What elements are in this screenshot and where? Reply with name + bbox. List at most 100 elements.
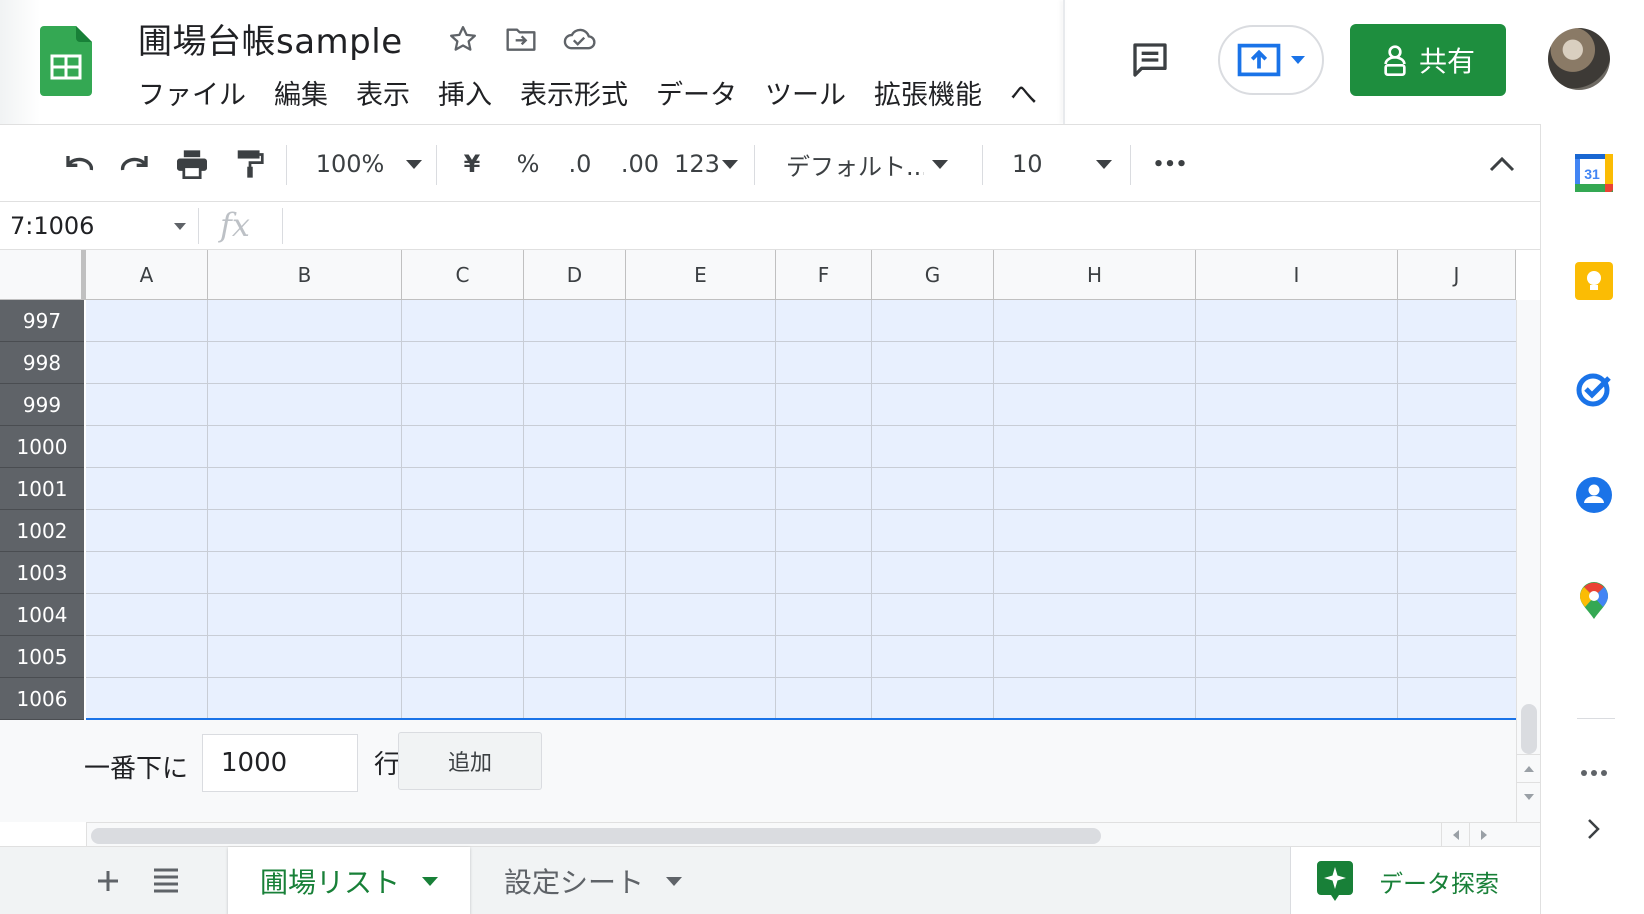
scroll-down-button[interactable] (1517, 782, 1541, 810)
decrease-decimal-button[interactable]: .0 (562, 143, 598, 185)
column-header[interactable]: J (1398, 250, 1516, 300)
column-header[interactable]: C (402, 250, 524, 300)
menu-data[interactable]: データ (642, 76, 751, 116)
column-header[interactable]: H (994, 250, 1196, 300)
menu-extensions[interactable]: 拡張機能 (860, 76, 996, 116)
all-sheets-button[interactable] (152, 867, 180, 893)
chevron-down-icon[interactable] (174, 223, 186, 230)
row-header[interactable]: 1005 (0, 636, 84, 678)
add-rows-bar: 一番下に 1000 行 追加 (0, 720, 1516, 822)
column-header[interactable]: A (86, 250, 208, 300)
document-title[interactable]: 圃場台帳sample (138, 14, 403, 63)
svg-text:31: 31 (1584, 166, 1600, 182)
menu-insert[interactable]: 挿入 (424, 76, 506, 116)
vertical-scroll-thumb[interactable] (1521, 704, 1537, 754)
share-button[interactable]: 共有 (1350, 24, 1506, 96)
column-header[interactable]: G (872, 250, 994, 300)
add-rows-button[interactable]: 追加 (398, 732, 542, 790)
chevron-down-icon[interactable] (666, 876, 683, 886)
row-header[interactable]: 999 (0, 384, 84, 426)
menu-edit[interactable]: 編集 (260, 76, 342, 116)
row-header[interactable]: 1001 (0, 468, 84, 510)
font-select[interactable]: デフォルト... (786, 143, 966, 185)
sheet-tab-active[interactable]: 圃場リスト (228, 847, 470, 914)
redo-button[interactable] (114, 143, 154, 185)
account-avatar[interactable] (1548, 28, 1610, 90)
scroll-right-button[interactable] (1469, 823, 1497, 847)
row-header[interactable]: 1004 (0, 594, 84, 636)
menu-tools[interactable]: ツール (751, 76, 860, 116)
menu-bar: ファイル 編集 表示 挿入 表示形式 データ ツール 拡張機能 へ (134, 76, 1051, 116)
sheet-tab-settings[interactable]: 設定シート (472, 847, 714, 914)
sheets-logo-icon[interactable] (40, 26, 92, 96)
row-header[interactable]: 1002 (0, 510, 84, 552)
font-size-select[interactable]: 10 (1012, 143, 1116, 185)
menu-format[interactable]: 表示形式 (506, 76, 642, 116)
menu-help[interactable]: へ (996, 76, 1051, 116)
row-header[interactable]: 998 (0, 342, 84, 384)
add-rows-count-input[interactable]: 1000 (202, 734, 358, 792)
more-addons-icon[interactable] (1575, 754, 1613, 792)
increase-decimal-label: .00 (620, 150, 660, 178)
zoom-select[interactable]: 100% (312, 143, 426, 185)
column-header[interactable]: I (1196, 250, 1398, 300)
column-header[interactable]: D (524, 250, 626, 300)
side-panel: 31 (1540, 124, 1644, 914)
redo-icon (120, 156, 148, 171)
grid-line (86, 551, 1516, 552)
more-toolbar-button[interactable]: ••• (1150, 143, 1190, 185)
chevron-down-icon (721, 159, 738, 169)
paint-format-button[interactable] (230, 143, 270, 185)
explore-button[interactable]: データ探索 (1290, 847, 1540, 914)
menu-file[interactable]: ファイル (134, 76, 260, 116)
percent-format-button[interactable]: % (512, 143, 544, 185)
grid-line (871, 300, 872, 720)
increase-decimal-button[interactable]: .00 (620, 143, 660, 185)
move-to-folder-icon[interactable] (502, 20, 540, 58)
present-button[interactable] (1218, 25, 1324, 95)
grid-line (86, 593, 1516, 594)
horizontal-scroll-thumb[interactable] (91, 828, 1101, 844)
row-header[interactable]: 1003 (0, 552, 84, 594)
currency-format-button[interactable]: ¥ (456, 143, 488, 185)
column-header[interactable]: E (626, 250, 776, 300)
column-header[interactable]: B (208, 250, 402, 300)
horizontal-scrollbar[interactable] (86, 822, 1540, 847)
name-box[interactable]: 7:1006 (0, 202, 198, 250)
grid-line (86, 425, 1516, 426)
grid-line (207, 300, 208, 720)
cell-area[interactable] (86, 300, 1516, 720)
row-header[interactable]: 1000 (0, 426, 84, 468)
keep-icon[interactable] (1575, 262, 1613, 300)
tasks-icon[interactable] (1575, 370, 1613, 408)
maps-icon[interactable] (1575, 582, 1613, 620)
grid-line (86, 341, 1516, 342)
sheet-tabs-bar: 圃場リスト 設定シート データ探索 (0, 846, 1540, 914)
calendar-icon[interactable]: 31 (1575, 154, 1613, 192)
more-formats-label: 123 (674, 150, 720, 178)
formula-input[interactable] (292, 202, 1532, 250)
print-button[interactable] (172, 143, 212, 185)
column-header[interactable]: F (776, 250, 872, 300)
vertical-scrollbar[interactable] (1516, 300, 1541, 822)
triangle-right-icon (1480, 830, 1487, 840)
undo-button[interactable] (60, 143, 100, 185)
star-icon[interactable] (444, 20, 482, 58)
cloud-saved-icon[interactable] (560, 20, 598, 58)
grid-line (86, 509, 1516, 510)
add-rows-label: 一番下に (84, 754, 189, 784)
scroll-left-button[interactable] (1441, 823, 1469, 847)
plus-icon (98, 871, 118, 891)
more-formats-button[interactable]: 123 (674, 143, 738, 185)
collapse-menus-button[interactable] (1484, 143, 1520, 185)
row-header[interactable]: 1006 (0, 678, 84, 720)
scroll-up-button[interactable] (1517, 754, 1541, 782)
chevron-down-icon[interactable] (422, 876, 439, 886)
row-header[interactable]: 997 (0, 300, 84, 342)
expand-panel-icon[interactable] (1575, 810, 1613, 848)
menu-view[interactable]: 表示 (342, 76, 424, 116)
select-all-corner[interactable] (0, 250, 86, 300)
contacts-icon[interactable] (1575, 476, 1613, 514)
add-sheet-button[interactable] (92, 861, 124, 901)
comment-history-button[interactable] (1126, 36, 1174, 84)
